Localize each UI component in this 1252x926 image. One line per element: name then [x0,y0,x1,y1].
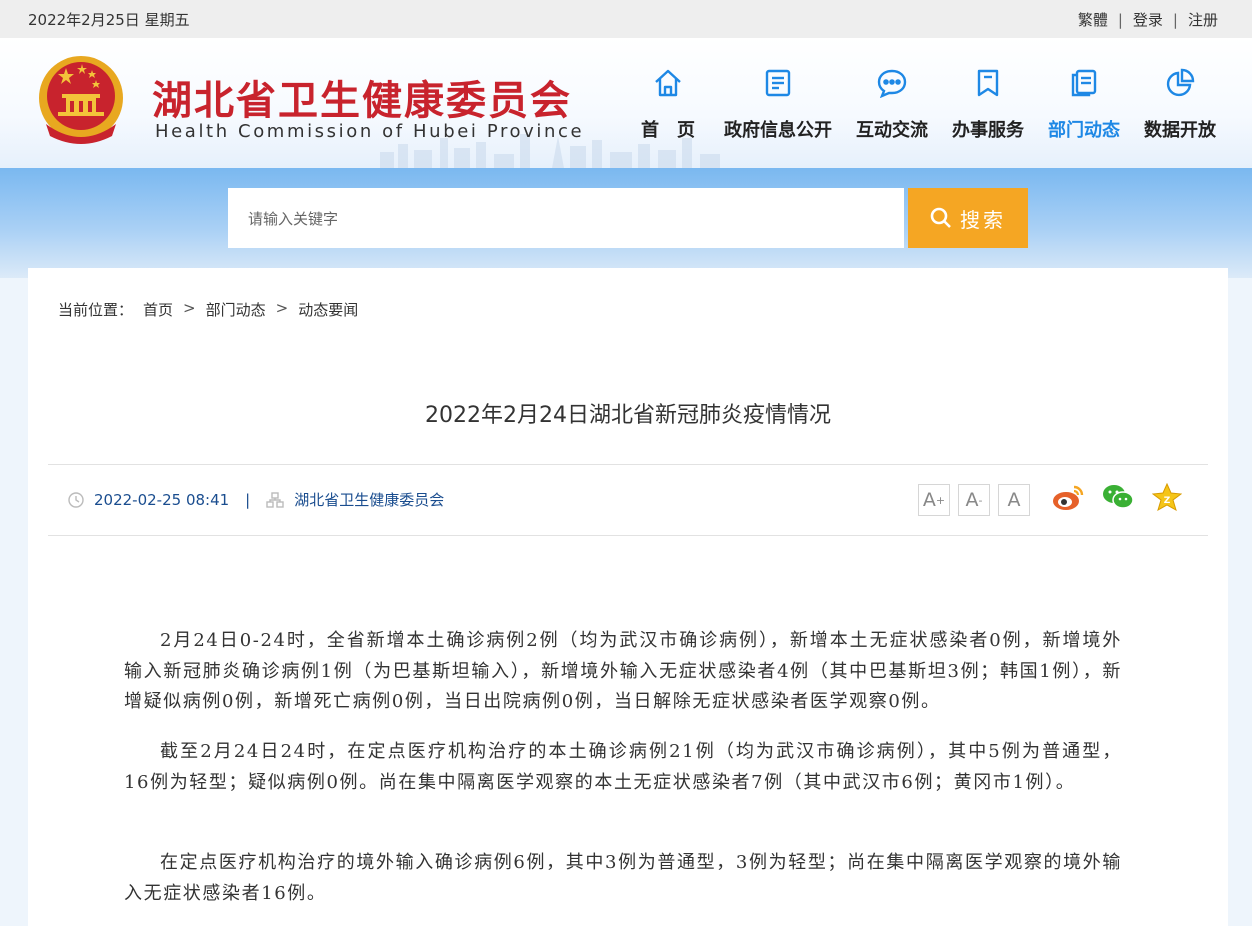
breadcrumb-news-highlights[interactable]: 动态要闻 [298,299,358,320]
search-icon [930,207,951,228]
favorite-star-icon[interactable]: Z [1152,483,1182,511]
font-default-button[interactable]: A [998,484,1030,516]
font-decrease-button[interactable]: A- [958,484,990,516]
chat-bubble-icon [875,66,909,100]
article-title: 2022年2月24日湖北省新冠肺炎疫情情况 [425,403,831,428]
nav-label: 政府信息公开 [724,120,832,141]
site-subtitle: Health Commission of Hubei Province [155,121,585,142]
divider [48,535,1208,536]
wechat-icon[interactable] [1102,483,1134,511]
nav-item-services[interactable]: 办事服务 [952,66,1024,142]
national-emblem-icon [39,56,123,144]
nav-label: 首 页 [641,120,695,141]
divider [48,464,1208,465]
article-card: 当前位置： 首页 > 部门动态 > 动态要闻 2022年2月24日湖北省新冠肺炎… [28,268,1228,926]
nav-item-government-info[interactable]: 政府信息公开 [724,66,832,142]
article-meta: 2022-02-25 08:41 | 湖北省卫生健康委员会 [68,489,444,510]
article-paragraph: 截至2月24日24时，在定点医疗机构治疗的本土确诊病例21例（均为武汉市确诊病例… [124,741,1122,793]
font-size-tools: A + A- A [918,484,1030,516]
breadcrumb: 当前位置： 首页 > 部门动态 > 动态要闻 [58,299,358,320]
nav-label: 数据开放 [1144,120,1216,141]
separator: | [1117,10,1123,29]
article-paragraph: 在定点医疗机构治疗的境外输入确诊病例6例，其中3例为普通型，3例为轻型；尚在集中… [124,852,1122,904]
current-date: 2022年2月25日 星期五 [28,11,190,29]
breadcrumb-prefix: 当前位置： [58,301,134,319]
top-links: 繁體 | 登录 | 注册 [1078,9,1218,30]
site-header: 湖北省卫生健康委员会 Health Commission of Hubei Pr… [0,38,1252,168]
meta-separator: | [245,490,251,509]
article-source: 湖北省卫生健康委员会 [294,491,445,509]
nav-item-open-data[interactable]: 数据开放 [1144,66,1216,142]
document-icon [761,66,795,100]
nav-label: 互动交流 [856,120,928,141]
search-button[interactable]: 搜索 [908,188,1028,248]
nav-item-interaction[interactable]: 互动交流 [856,66,928,142]
pie-chart-icon [1163,66,1197,100]
svg-text:Z: Z [1164,496,1171,506]
article-paragraph: 2月24日0-24时，全省新增本土确诊病例2例（均为武汉市确诊病例），新增本土无… [124,630,1122,712]
separator: | [1172,10,1178,29]
breadcrumb-home[interactable]: 首页 [143,299,173,320]
nav-label: 办事服务 [952,120,1024,141]
publish-datetime: 2022-02-25 08:41 [94,490,230,509]
nav-item-home[interactable]: 首 页 [641,66,695,142]
font-increase-button[interactable]: A + [918,484,950,516]
home-icon [651,66,685,100]
share-tools: Z [1052,483,1182,511]
weibo-icon[interactable] [1052,483,1084,511]
organization-icon [266,491,284,508]
site-title[interactable]: 湖北省卫生健康委员会 [152,68,572,126]
breadcrumb-department-news[interactable]: 部门动态 [206,299,266,320]
breadcrumb-separator: > [183,299,196,317]
search-button-label: 搜索 [960,207,1006,232]
bookmark-icon [971,66,1005,100]
nav-item-department-news[interactable]: 部门动态 [1048,66,1120,142]
register-link[interactable]: 注册 [1188,9,1218,30]
search-input[interactable]: 请输入关键字 [228,188,904,248]
login-link[interactable]: 登录 [1133,9,1163,30]
nav-label: 部门动态 [1048,120,1120,141]
clock-icon [68,491,84,508]
traditional-chinese-link[interactable]: 繁體 [1078,9,1108,30]
pages-icon [1067,66,1101,100]
top-bar: 2022年2月25日 星期五 繁體 | 登录 | 注册 [0,0,1252,38]
breadcrumb-separator: > [275,299,289,317]
